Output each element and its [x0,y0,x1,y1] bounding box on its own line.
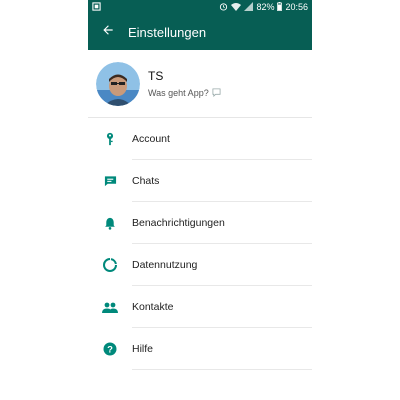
settings-item-account[interactable]: Account [88,118,312,160]
arrow-left-icon [101,23,115,42]
data-usage-icon [88,258,132,272]
settings-item-data-usage[interactable]: Datennutzung [88,244,312,286]
settings-item-chats[interactable]: Chats [88,160,312,202]
battery-percent: 82% [256,2,275,12]
settings-item-label: Account [132,133,170,145]
back-button[interactable] [96,20,120,44]
screenshot-icon [92,1,101,13]
settings-item-label: Hilfe [132,343,154,355]
settings-item-notifications[interactable]: Benachrichtigungen [88,202,312,244]
settings-item-label: Datennutzung [132,259,198,271]
svg-text:?: ? [107,344,113,355]
wifi-icon [231,2,242,13]
help-icon: ? [88,342,132,356]
profile-status: Was geht App? [148,87,221,99]
profile-status-text: Was geht App? [148,88,209,98]
battery-icon [277,1,283,13]
contacts-icon [88,302,132,313]
app-bar: Einstellungen [88,14,312,50]
speech-bubble-icon [212,87,221,99]
avatar[interactable] [96,61,140,106]
bell-icon [88,217,132,230]
key-icon [88,132,132,146]
profile-name: TS [148,68,164,83]
settings-item-help[interactable]: ? Hilfe [88,328,312,370]
status-bar: 82% 20:56 [88,0,312,14]
phone-screen: 82% 20:56 Einstellungen TS Was geht App?… [88,0,312,400]
settings-item-label: Kontakte [132,301,174,313]
chat-icon [88,175,132,187]
settings-item-label: Chats [132,175,160,187]
profile-row[interactable]: TS Was geht App? [88,50,312,118]
settings-item-label: Benachrichtigungen [132,217,225,229]
settings-list: Account Chats Benachrichtigungen Datennu… [88,118,312,370]
alarm-icon [219,2,228,13]
signal-icon [244,1,254,13]
settings-item-contacts[interactable]: Kontakte [88,286,312,328]
page-title: Einstellungen [128,24,207,40]
clock: 20:56 [285,2,308,12]
